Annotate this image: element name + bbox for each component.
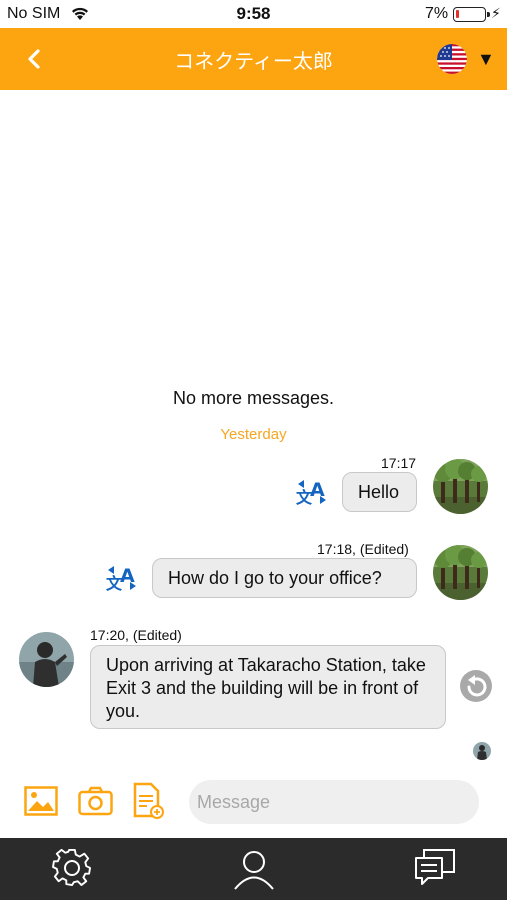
battery-percent: 7% xyxy=(425,5,449,22)
tab-bar xyxy=(0,838,507,900)
chat-icon[interactable] xyxy=(414,848,456,888)
contact-name: コネクティー太郎 xyxy=(174,51,333,73)
camera-icon[interactable] xyxy=(78,786,113,816)
message-text: Upon arriving at Takaracho Station, take… xyxy=(106,655,426,721)
message-text: How do I go to your office? xyxy=(168,568,382,588)
us-flag-icon[interactable] xyxy=(437,44,467,74)
dropdown-arrow-icon[interactable]: ▼ xyxy=(477,49,495,70)
profile-icon[interactable] xyxy=(233,848,275,890)
message-time: 17:17 xyxy=(381,455,417,471)
tree-avatar-icon xyxy=(433,459,488,514)
avatar[interactable] xyxy=(19,632,74,687)
status-bar: No SIM 9:58 7% ⚡ xyxy=(0,0,507,28)
message-bubble[interactable]: How do I go to your office? xyxy=(152,558,417,598)
avatar[interactable] xyxy=(433,545,488,600)
message-time: 17:20, (Edited) xyxy=(90,627,182,643)
charging-icon: ⚡ xyxy=(491,5,501,21)
svg-text:A: A xyxy=(120,565,135,587)
message-bubble[interactable]: Upon arriving at Takaracho Station, take… xyxy=(90,645,446,729)
settings-icon[interactable] xyxy=(52,848,92,888)
tree-avatar-icon xyxy=(433,545,488,600)
chat-header: コネクティー太郎 ▼ xyxy=(0,28,507,90)
no-more-messages: No more messages. xyxy=(172,388,335,408)
battery-icon xyxy=(453,7,490,22)
document-icon[interactable] xyxy=(133,782,165,820)
message-bubble[interactable]: Hello xyxy=(342,472,417,512)
reply-icon[interactable] xyxy=(460,670,492,702)
message-time: 17:18, (Edited) xyxy=(317,541,409,557)
message-input[interactable] xyxy=(189,780,479,824)
person-avatar-icon xyxy=(19,632,74,687)
image-icon[interactable] xyxy=(24,786,58,816)
translate-icon[interactable]: 文 A xyxy=(296,478,328,506)
svg-text:A: A xyxy=(310,479,325,501)
person-avatar-icon xyxy=(473,742,491,760)
read-receipt-avatar xyxy=(473,742,491,760)
date-separator: Yesterday xyxy=(220,426,287,443)
translate-icon[interactable]: 文 A xyxy=(106,564,138,592)
message-text: Hello xyxy=(358,482,400,502)
avatar[interactable] xyxy=(433,459,488,514)
